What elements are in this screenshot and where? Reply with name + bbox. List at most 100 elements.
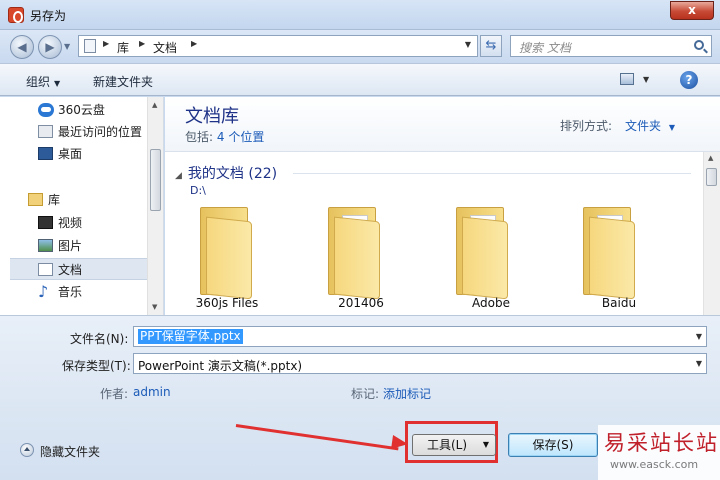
save-options-pane: 文件名(N): PPT保留字体.pptx ▼ 保存类型(T): PowerPoi… <box>0 315 720 480</box>
collapse-group-icon[interactable]: ◢ <box>175 171 182 181</box>
search-input[interactable]: 搜索 文档 <box>510 35 712 57</box>
sidebar-item-pictures[interactable]: 图片 <box>10 235 150 257</box>
sidebar-item-recent-places[interactable]: 最近访问的位置 <box>10 121 150 143</box>
sidebar-item-documents[interactable]: 文档 <box>10 258 150 280</box>
documents-icon <box>38 263 53 276</box>
chevron-down-icon: ▼ <box>668 123 675 132</box>
command-toolbar: 组织 ▼ 新建文件夹 ▼ ? <box>0 63 720 96</box>
arrange-by-dropdown[interactable]: 文件夹 ▼ <box>625 117 675 134</box>
sidebar-item-library[interactable]: 库 <box>10 189 150 211</box>
filetype-dropdown-icon[interactable]: ▼ <box>696 359 702 368</box>
group-divider <box>293 173 691 174</box>
address-dropdown-icon[interactable]: ▼ <box>465 40 471 49</box>
watermark: 易采站长站 www.easck.com <box>598 425 720 480</box>
change-view-icon[interactable] <box>620 73 634 85</box>
library-icon <box>28 193 43 206</box>
chevron-down-icon: ▼ <box>482 440 489 449</box>
navigation-pane: 360云盘 最近访问的位置 桌面 库 视频 图片 文档 音乐 ▲ ▼ <box>0 97 164 315</box>
search-placeholder: 搜索 文档 <box>519 41 571 55</box>
breadcrumb-separator-icon[interactable]: ▶ <box>139 39 145 48</box>
scroll-up-icon[interactable]: ▲ <box>708 154 713 162</box>
search-icon[interactable] <box>694 40 704 50</box>
breadcrumb-separator-icon[interactable]: ▶ <box>103 39 109 48</box>
folder-front-shape <box>206 216 252 300</box>
group-header[interactable]: ◢ 我的文档 (22) <box>175 163 277 183</box>
scroll-up-icon[interactable]: ▲ <box>152 101 157 109</box>
filetype-select[interactable]: PowerPoint 演示文稿(*.pptx) ▼ <box>133 353 707 374</box>
includes-locations-link[interactable]: 4 个位置 <box>217 130 264 144</box>
sidebar-item-label: 视频 <box>58 216 83 230</box>
sidebar-item-desktop[interactable]: 桌面 <box>10 143 150 165</box>
file-list-scrollbar[interactable]: ▲ <box>703 152 720 315</box>
collapse-icon <box>20 443 34 457</box>
cloud-icon <box>38 103 54 117</box>
tools-label: 工具(L) <box>427 438 468 452</box>
sidebar-item-label: 桌面 <box>58 147 83 161</box>
music-icon <box>38 281 50 303</box>
close-button[interactable]: x <box>670 1 714 20</box>
view-options-dropdown-icon[interactable]: ▼ <box>643 75 649 84</box>
folder-item[interactable] <box>575 205 645 301</box>
sidebar-item-label: 音乐 <box>58 285 83 299</box>
recent-locations-dropdown-icon[interactable]: ▼ <box>64 42 70 51</box>
breadcrumb-separator-icon[interactable]: ▶ <box>191 39 197 48</box>
filename-value[interactable]: PPT保留字体.pptx <box>138 329 243 344</box>
breadcrumb-documents[interactable]: 文档 <box>153 39 177 56</box>
sidebar-item-360-cloud[interactable]: 360云盘 <box>10 99 150 121</box>
help-icon[interactable]: ? <box>680 71 698 89</box>
filename-label: 文件名(N): <box>70 332 129 346</box>
folder-label: 201406 <box>338 296 384 310</box>
folder-label: Baidu <box>601 296 637 310</box>
hide-folders-button[interactable]: 隐藏文件夹 <box>20 443 100 460</box>
library-header: 文档库 包括: 4 个位置 排列方式: 文件夹 ▼ <box>165 97 720 152</box>
chevron-down-icon: ▼ <box>54 79 61 88</box>
watermark-url: www.easck.com <box>610 458 699 471</box>
title-bar: 另存为 x <box>0 0 720 30</box>
library-title: 文档库 <box>185 106 239 127</box>
hide-folders-label: 隐藏文件夹 <box>40 445 101 459</box>
desktop-icon <box>38 147 53 160</box>
video-icon <box>38 216 53 229</box>
group-path: D:\ <box>190 184 206 197</box>
scrollbar-thumb[interactable] <box>150 149 161 211</box>
folder-front-shape <box>462 216 508 300</box>
back-button[interactable]: ◀ <box>10 35 34 59</box>
author-label: 作者: <box>100 387 129 401</box>
scrollbar-thumb[interactable] <box>706 168 717 186</box>
sidebar-item-label: 文档 <box>58 263 83 277</box>
library-includes: 包括: 4 个位置 <box>185 128 264 145</box>
file-list-pane: 文档库 包括: 4 个位置 排列方式: 文件夹 ▼ ◢ 我的文档 (22) D:\… <box>165 97 720 315</box>
sidebar-item-music[interactable]: 音乐 <box>10 281 150 303</box>
annotation-arrow <box>235 424 399 451</box>
folder-front-shape <box>589 216 635 300</box>
arrange-by-label: 排列方式: <box>560 119 613 133</box>
address-bar[interactable]: ▶ 库 ▶ 文档 ▶ ▼ <box>78 35 478 57</box>
scroll-down-icon[interactable]: ▼ <box>152 303 157 311</box>
refresh-button[interactable]: ⇆ <box>480 35 502 57</box>
sidebar-item-label: 360云盘 <box>58 103 105 117</box>
author-field[interactable]: admin <box>133 385 171 399</box>
recent-places-icon <box>38 125 53 138</box>
tags-field[interactable]: 添加标记 <box>383 385 431 402</box>
breadcrumb-library[interactable]: 库 <box>117 39 129 56</box>
watermark-text: 易采站长站 <box>604 431 719 455</box>
sidebar-item-label: 库 <box>48 193 61 207</box>
organize-button[interactable]: 组织 ▼ <box>26 73 60 90</box>
folder-label: Adobe <box>472 296 510 310</box>
navigation-scrollbar[interactable]: ▲ ▼ <box>147 97 163 315</box>
save-button[interactable]: 保存(S) <box>508 433 598 457</box>
sidebar-item-label: 图片 <box>58 239 83 253</box>
tools-button[interactable]: 工具(L) ▼ <box>412 434 496 456</box>
organize-label: 组织 <box>26 75 51 89</box>
forward-button[interactable]: ▶ <box>38 35 62 59</box>
filename-dropdown-icon[interactable]: ▼ <box>696 332 702 341</box>
window-title: 另存为 <box>30 9 67 23</box>
new-folder-button[interactable]: 新建文件夹 <box>93 73 153 90</box>
sidebar-item-videos[interactable]: 视频 <box>10 212 150 234</box>
folder-item[interactable] <box>448 205 518 301</box>
folder-front-shape <box>334 216 380 300</box>
folder-item[interactable] <box>320 205 390 301</box>
filename-field[interactable]: PPT保留字体.pptx ▼ <box>133 326 707 347</box>
navigation-bar: ◀ ▶ ▼ ▶ 库 ▶ 文档 ▶ ▼ ⇆ 搜索 文档 <box>0 30 720 63</box>
folder-item[interactable] <box>192 205 262 301</box>
